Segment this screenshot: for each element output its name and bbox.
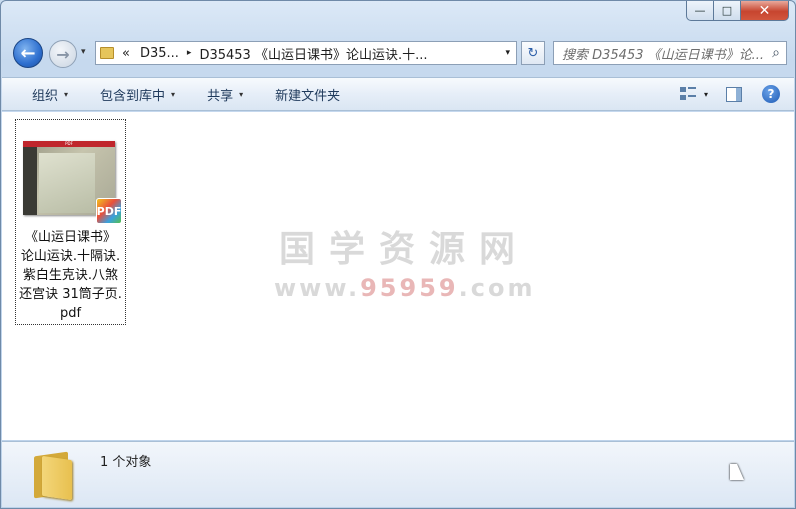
watermark-title: 国学资源网 <box>278 229 529 270</box>
refresh-icon: ↻ <box>527 45 539 61</box>
minimize-button[interactable]: — <box>686 1 714 21</box>
organize-menu[interactable]: 组织 ▾ <box>16 78 84 110</box>
watermark-url: www.95959.com <box>274 274 534 302</box>
mouse-cursor-icon <box>730 464 744 480</box>
view-options-chevron-icon[interactable]: ▾ <box>704 90 708 99</box>
back-button[interactable]: ← <box>13 38 43 68</box>
file-name-line-2: 论山运诀.十隔诀. <box>20 249 121 264</box>
help-icon[interactable]: ? <box>762 85 780 103</box>
new-folder-label: 新建文件夹 <box>275 88 341 104</box>
pdf-file-icon: PDF <box>96 198 122 224</box>
file-name-line-1: 《山运日课书》 <box>24 230 116 245</box>
navigation-bar: ← → ▾ « D35... ▸ D35453 《山运日课书》论山运诀.十...… <box>9 37 787 69</box>
close-button[interactable]: ✕ <box>741 1 789 21</box>
watermark-url-suffix: .com <box>458 274 536 302</box>
file-list-pane[interactable]: PDF PDF 《山运日课书》 论山运诀.十隔诀. 紫白生克诀.八煞 还宫诀 3… <box>2 112 794 440</box>
forward-button[interactable]: → <box>49 40 77 68</box>
folder-icon <box>34 448 80 501</box>
thumbnail-page <box>39 153 95 213</box>
refresh-button[interactable]: ↻ <box>521 41 545 65</box>
explorer-window: — □ ✕ ← → ▾ « D35... ▸ D35453 《山运日课书》论山运… <box>0 0 796 509</box>
address-bar[interactable]: « D35... ▸ D35453 《山运日课书》论山运诀.十... ▾ <box>95 41 517 65</box>
new-folder-button[interactable]: 新建文件夹 <box>259 78 356 110</box>
file-name-line-3: 紫白生克诀.八煞 <box>22 268 119 283</box>
thumbnail-shadow <box>23 147 37 215</box>
caption-buttons: — □ ✕ <box>686 1 789 21</box>
folder-icon <box>100 47 114 59</box>
include-in-library-label: 包含到库中 <box>100 88 166 104</box>
breadcrumb-overflow[interactable]: « <box>122 46 130 61</box>
search-icon[interactable]: ⌕ <box>772 45 780 61</box>
chevron-down-icon: ▾ <box>171 89 176 99</box>
search-placeholder: 搜索 D35453 《山运日课书》论... <box>562 47 765 63</box>
share-menu[interactable]: 共享 ▾ <box>191 78 259 110</box>
breadcrumb-separator-icon[interactable]: ▸ <box>187 48 192 58</box>
include-in-library-menu[interactable]: 包含到库中 ▾ <box>84 78 191 110</box>
details-pane: 1 个对象 <box>2 441 794 507</box>
watermark: 国学资源网 www.95959.com <box>274 220 534 302</box>
file-name-label: 《山运日课书》 论山运诀.十隔诀. 紫白生克诀.八煞 还宫诀 31筒子页. pd… <box>16 228 125 323</box>
watermark-url-highlight: 95959 <box>360 274 459 302</box>
search-input[interactable]: 搜索 D35453 《山运日课书》论... ⌕ <box>553 41 787 65</box>
command-bar: 组织 ▾ 包含到库中 ▾ 共享 ▾ 新建文件夹 ▾ ? <box>2 77 794 111</box>
breadcrumb-item-parent[interactable]: D35... <box>140 46 179 61</box>
chevron-down-icon: ▾ <box>239 89 244 99</box>
item-count: 1 个对象 <box>100 455 152 470</box>
file-name-line-4: 还宫诀 31筒子页. <box>19 287 122 302</box>
breadcrumb-item-current[interactable]: D35453 《山运日课书》论山运诀.十... <box>199 44 427 63</box>
preview-pane-icon[interactable] <box>726 86 742 102</box>
organize-label: 组织 <box>32 88 59 104</box>
toolbar-right-group: ▾ ? <box>679 85 794 103</box>
file-name-line-5: pdf <box>59 306 82 321</box>
maximize-button[interactable]: □ <box>714 1 741 21</box>
chevron-down-icon: ▾ <box>64 89 69 99</box>
address-dropdown-icon[interactable]: ▾ <box>505 48 510 58</box>
file-item-pdf[interactable]: PDF PDF 《山运日课书》 论山运诀.十隔诀. 紫白生克诀.八煞 还宫诀 3… <box>15 119 126 325</box>
watermark-url-prefix: www. <box>274 274 361 302</box>
recent-pages-dropdown[interactable]: ▾ <box>81 47 86 57</box>
share-label: 共享 <box>207 88 234 104</box>
change-view-icon[interactable] <box>679 87 696 101</box>
